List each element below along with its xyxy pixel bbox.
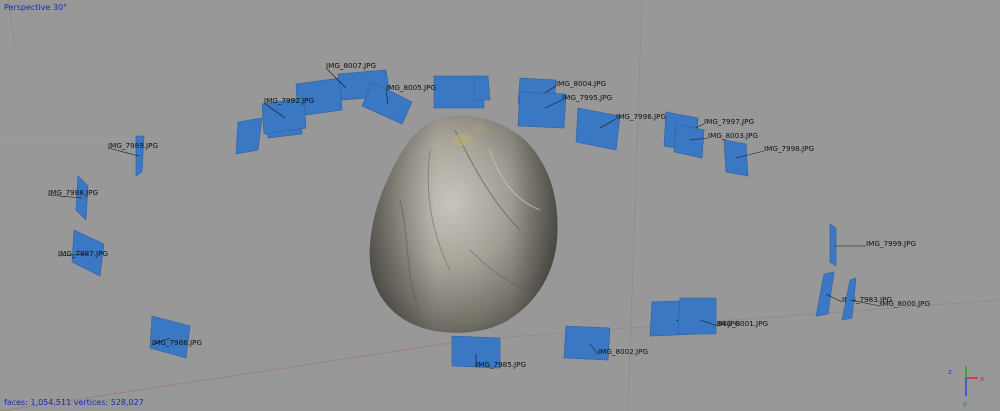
camera-label: IMG_8005.JPG [386,83,436,92]
camera-plane[interactable] [517,91,567,129]
camera-label: IMG_7996.JPG [616,112,666,121]
camera-plane[interactable] [677,297,717,335]
gizmo-y-label: y [963,400,967,408]
camera-label: IMG_7986.JPG [152,338,202,347]
camera-item[interactable]: IMG_8005.JPG [361,81,436,125]
3d-viewport[interactable]: IMG_8007.JPG IMG_8005.JPG IMG_7992.JPG IMG_… [0,0,1000,411]
gizmo-z-label: z [948,368,952,376]
camera-item[interactable]: IMG_7998.JPG [723,139,814,177]
scene-canvas[interactable]: IMG_8007.JPG IMG_8005.JPG IMG_7992.JPG IMG_… [0,0,1000,411]
camera-label: IMG_7988.JPG [48,188,98,197]
camera-label: IMG_7998.JPG [764,144,814,153]
axis-gizmo: z x y [948,366,984,408]
mesh-stats: faces: 1,054,511 vertices: 528,027 [4,398,144,407]
camera-label: IMG_8004.JPG [556,79,606,88]
view-mode-label[interactable]: Perspective 30° [4,3,67,12]
camera-item[interactable]: IMG_7988.JPG [47,175,98,221]
camera-label: IMG_8002.JPG [598,347,648,356]
camera-plane[interactable] [815,271,835,317]
camera-plane[interactable] [829,223,837,267]
camera-label: IMG_8000.JPG [880,299,930,308]
camera-label: IMG_8001.JPG [718,319,768,328]
camera-item[interactable]: IMG_7996.JPG [575,107,666,151]
camera-plane[interactable] [235,117,263,155]
rock-model[interactable] [369,115,558,333]
camera-label: IMG_7999.JPG [866,239,916,248]
camera-plane[interactable] [575,107,621,151]
camera-plane[interactable] [673,123,705,159]
camera-item[interactable]: IMG_7986.JPG [149,315,202,359]
camera-item[interactable]: IMG_8002.JPG [563,325,648,361]
camera-label: IMG_7989.JPG [108,141,158,150]
camera-plane[interactable] [149,315,191,359]
camera-item[interactable]: IMG_8001.JPG [677,297,768,335]
camera-label: IMG_8007.JPG [326,61,376,70]
camera-item[interactable]: IMG_7985.JPG [451,335,526,369]
camera-label: IMG_8003.JPG [708,131,758,140]
camera-label: IMG_7995.JPG [562,93,612,102]
camera-label: IMG_7985.JPG [476,360,526,369]
camera-item[interactable]: IMG_7999.JPG [829,223,916,267]
camera-item[interactable]: IMG_7987.JPG [57,229,108,277]
camera-item[interactable]: IMG_7989.JPG [107,135,158,177]
gizmo-x-label: x [980,375,984,383]
camera-plane[interactable] [473,75,491,101]
camera-label: IMG_7987.JPG [58,249,108,258]
camera-label: IMG_7997.JPG [704,117,754,126]
camera-label: IMG_7992.JPG [264,96,314,105]
